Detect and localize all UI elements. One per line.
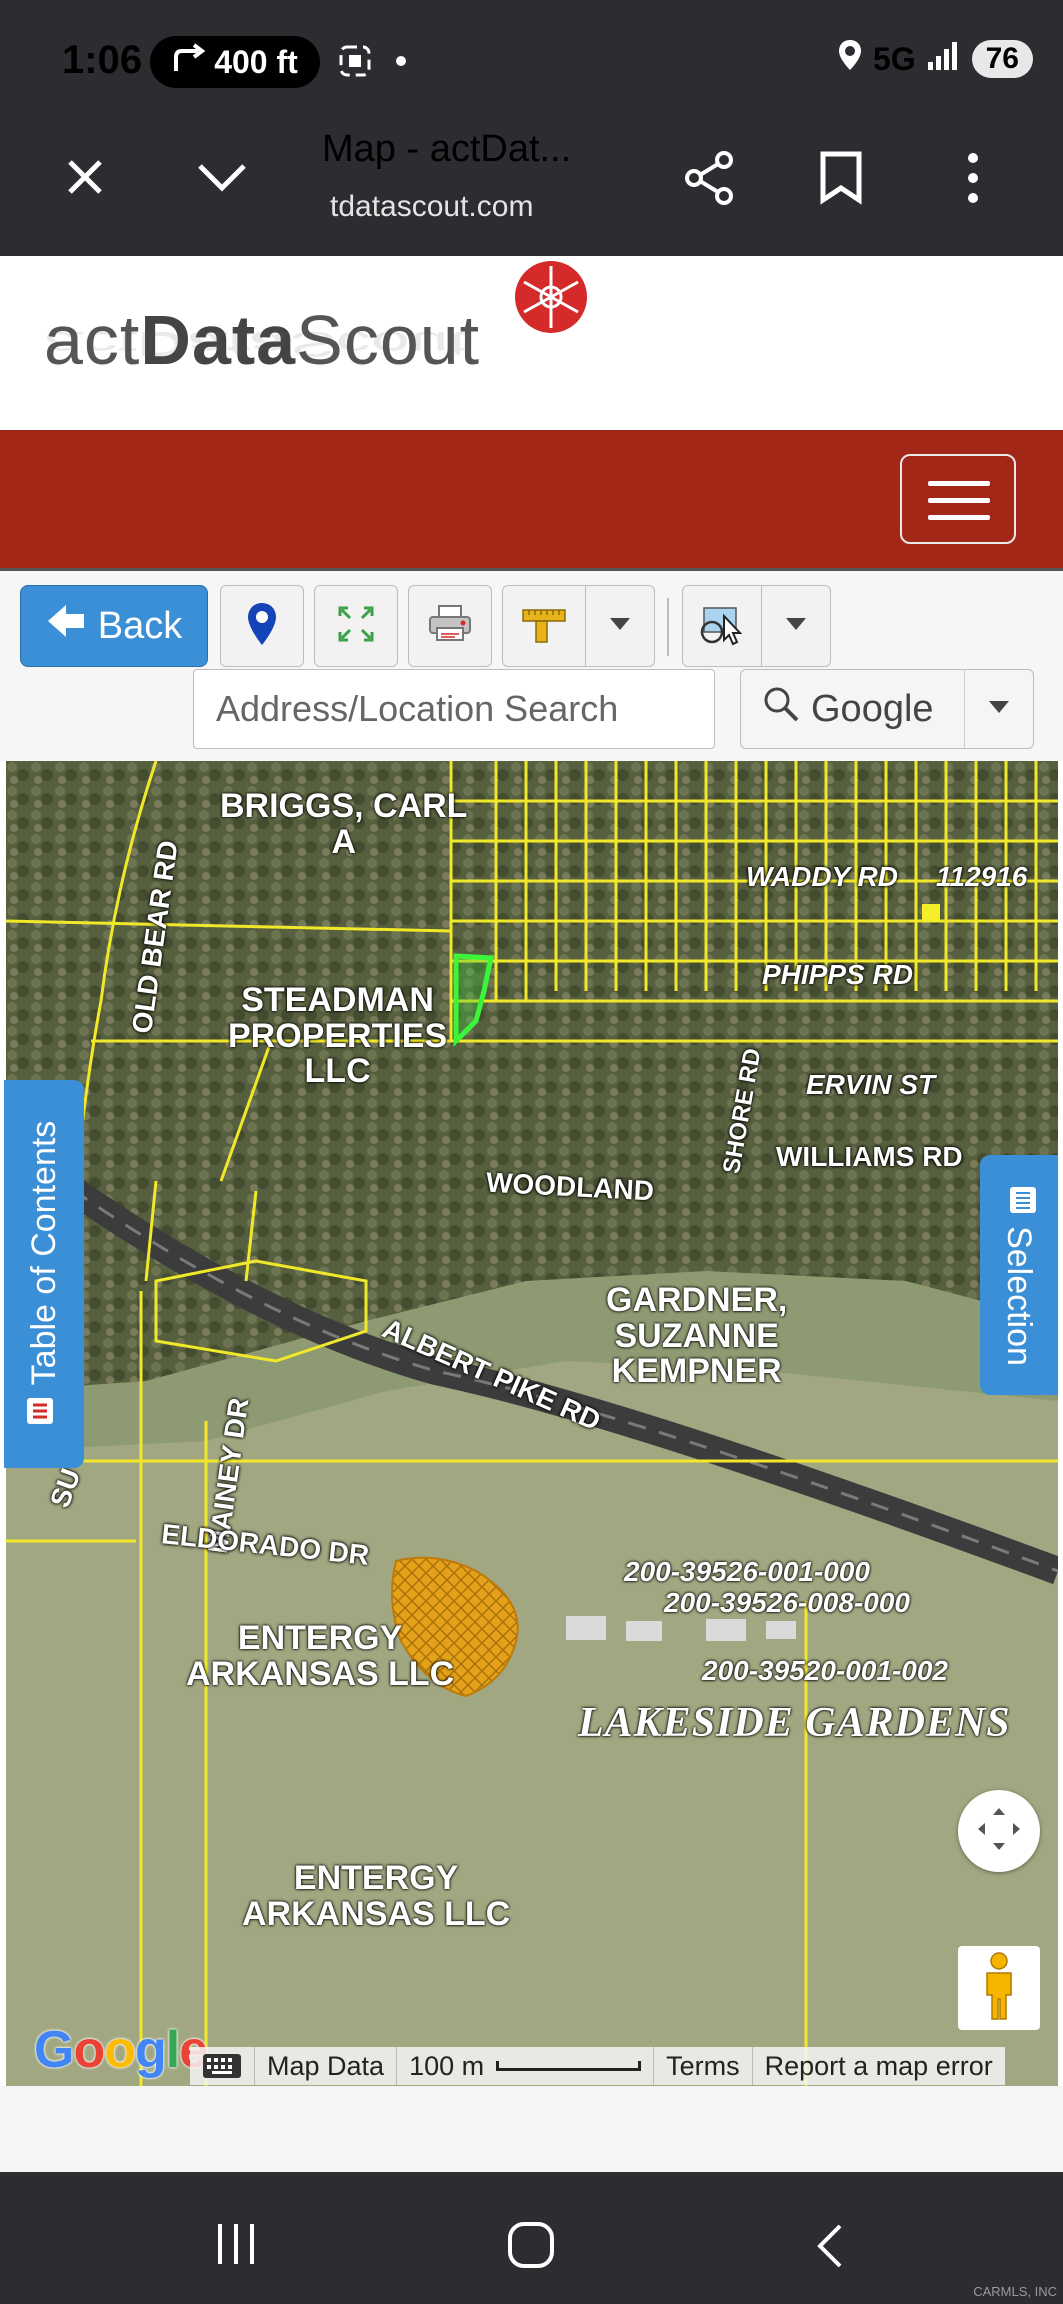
scale-label: 100 m xyxy=(409,2050,485,2081)
road-label: ERVIN ST xyxy=(806,1069,936,1100)
address-search-input[interactable] xyxy=(193,669,715,749)
logo-star-icon xyxy=(512,258,590,341)
parcel-owner-label: GARDNER, SUZANNE KEMPNER xyxy=(606,1281,788,1391)
watermark: CARMLS, INC xyxy=(973,2284,1057,2299)
page-footer-space xyxy=(0,2086,1063,2172)
battery-badge: 76 xyxy=(971,40,1033,78)
location-icon xyxy=(837,38,863,80)
full-extent-button[interactable] xyxy=(314,585,398,667)
search-provider-label: Google xyxy=(811,687,934,730)
parcel-id-label: 112916 xyxy=(936,861,1028,892)
google-logo[interactable]: Google xyxy=(34,2020,208,2080)
toc-label: Table of Contents xyxy=(24,1120,63,1386)
logo-reflection-part3: Scout xyxy=(289,324,469,364)
road-label: WADDY RD xyxy=(746,861,898,892)
back-label: Back xyxy=(97,604,183,647)
menu-line xyxy=(928,515,990,520)
fullscreen-button[interactable] xyxy=(958,1790,1040,1872)
map-pin-button[interactable] xyxy=(220,585,304,667)
toolbar-divider xyxy=(667,598,669,656)
search-provider-dropdown[interactable] xyxy=(964,669,1034,749)
parcel-id-label: 200-39520-001-002 xyxy=(702,1655,948,1686)
logo-reflection-part1: act xyxy=(44,324,138,364)
toc-icon xyxy=(24,1395,65,1427)
terms-link[interactable]: Terms xyxy=(653,2047,752,2085)
keyboard-shortcuts-icon[interactable] xyxy=(190,2047,254,2085)
printer-icon xyxy=(427,604,473,649)
search-provider-button[interactable]: Google xyxy=(740,669,965,749)
status-right: 5G 76 xyxy=(837,38,1033,80)
menu-line xyxy=(928,481,990,486)
select-cursor-icon xyxy=(698,602,746,651)
scale-bar xyxy=(496,2061,642,2071)
close-icon[interactable] xyxy=(60,152,110,207)
parcel-id-label: 200-39526-001-000 xyxy=(624,1556,870,1587)
expand-icon xyxy=(336,604,376,649)
select-tool-dropdown[interactable] xyxy=(761,585,831,667)
measure-dropdown[interactable] xyxy=(585,585,655,667)
caret-down-icon xyxy=(785,617,807,636)
share-icon[interactable] xyxy=(682,150,738,211)
bookmark-icon[interactable] xyxy=(818,150,864,211)
selection-tab[interactable]: Selection xyxy=(980,1155,1058,1395)
caret-down-icon xyxy=(609,617,631,636)
measure-button[interactable] xyxy=(502,585,586,667)
ruler-icon xyxy=(521,604,567,649)
menu-line xyxy=(928,498,990,503)
search-icon xyxy=(761,684,801,734)
selection-icon xyxy=(999,1184,1040,1216)
map-attribution-bar: Map Data 100 m Terms Report a map error xyxy=(190,2047,1005,2085)
map-data-link[interactable]: Map Data xyxy=(254,2047,396,2085)
home-icon[interactable] xyxy=(506,2220,556,2275)
back-button[interactable]: Back xyxy=(20,585,208,667)
page-url[interactable]: tdatascout.com xyxy=(330,190,533,224)
caret-down-icon xyxy=(988,700,1010,719)
parcel-owner-label: BRIGGS, CARL A xyxy=(220,787,468,861)
page-title: Map - actDat... xyxy=(322,128,572,170)
pegman-icon xyxy=(979,1951,1019,2026)
select-tool-button[interactable] xyxy=(682,585,762,667)
more-vert-icon[interactable] xyxy=(958,150,988,211)
map-pin-icon xyxy=(245,601,279,652)
logo-reflection-part2: Data xyxy=(137,324,290,364)
fullscreen-icon xyxy=(974,1804,1024,1859)
selection-label-wrap: Selection xyxy=(980,1155,1058,1395)
parcel-id-label: 200-39526-008-000 xyxy=(664,1587,910,1618)
chevron-down-icon[interactable] xyxy=(196,158,248,199)
arrow-left-icon xyxy=(46,603,86,649)
parcel-owner-label: ENTERGY ARKANSAS LLC xyxy=(186,1619,455,1693)
network-type: 5G xyxy=(872,40,916,77)
toc-label-wrap: Table of Contents xyxy=(4,1080,84,1468)
navigation-pill[interactable]: 400 ft xyxy=(150,36,320,88)
selection-label: Selection xyxy=(1000,1226,1039,1366)
road-label: WILLIAMS RD xyxy=(776,1141,963,1172)
nav-distance: 400 ft xyxy=(214,43,298,80)
road-label: PHIPPS RD xyxy=(762,959,913,990)
logo-reflection: actDataScout xyxy=(44,324,468,364)
parcel-owner-label: ENTERGY ARKANSAS LLC xyxy=(242,1859,511,1933)
back-nav-icon[interactable] xyxy=(812,2222,848,2275)
parcel-owner-label: STEADMAN PROPERTIES LLC xyxy=(228,981,448,1091)
map-scale[interactable]: 100 m xyxy=(396,2047,653,2085)
dot-icon xyxy=(396,56,406,66)
print-button[interactable] xyxy=(408,585,492,667)
signal-icon xyxy=(926,40,962,78)
subdivision-label: LAKESIDE GARDENS xyxy=(578,1700,1011,1746)
screenshot-icon xyxy=(338,44,372,83)
map-view[interactable]: BRIGGS, CARL A STEADMAN PROPERTIES LLC GARD… xyxy=(6,761,1058,2086)
table-of-contents-tab[interactable]: Table of Contents xyxy=(4,1080,84,1468)
recent-apps-icon[interactable] xyxy=(212,2222,260,2271)
status-time: 1:06 xyxy=(62,38,143,82)
hamburger-menu-button[interactable] xyxy=(900,454,1016,544)
turn-right-icon xyxy=(172,43,206,81)
street-view-pegman-button[interactable] xyxy=(958,1946,1040,2030)
report-map-error-link[interactable]: Report a map error xyxy=(751,2047,1005,2085)
